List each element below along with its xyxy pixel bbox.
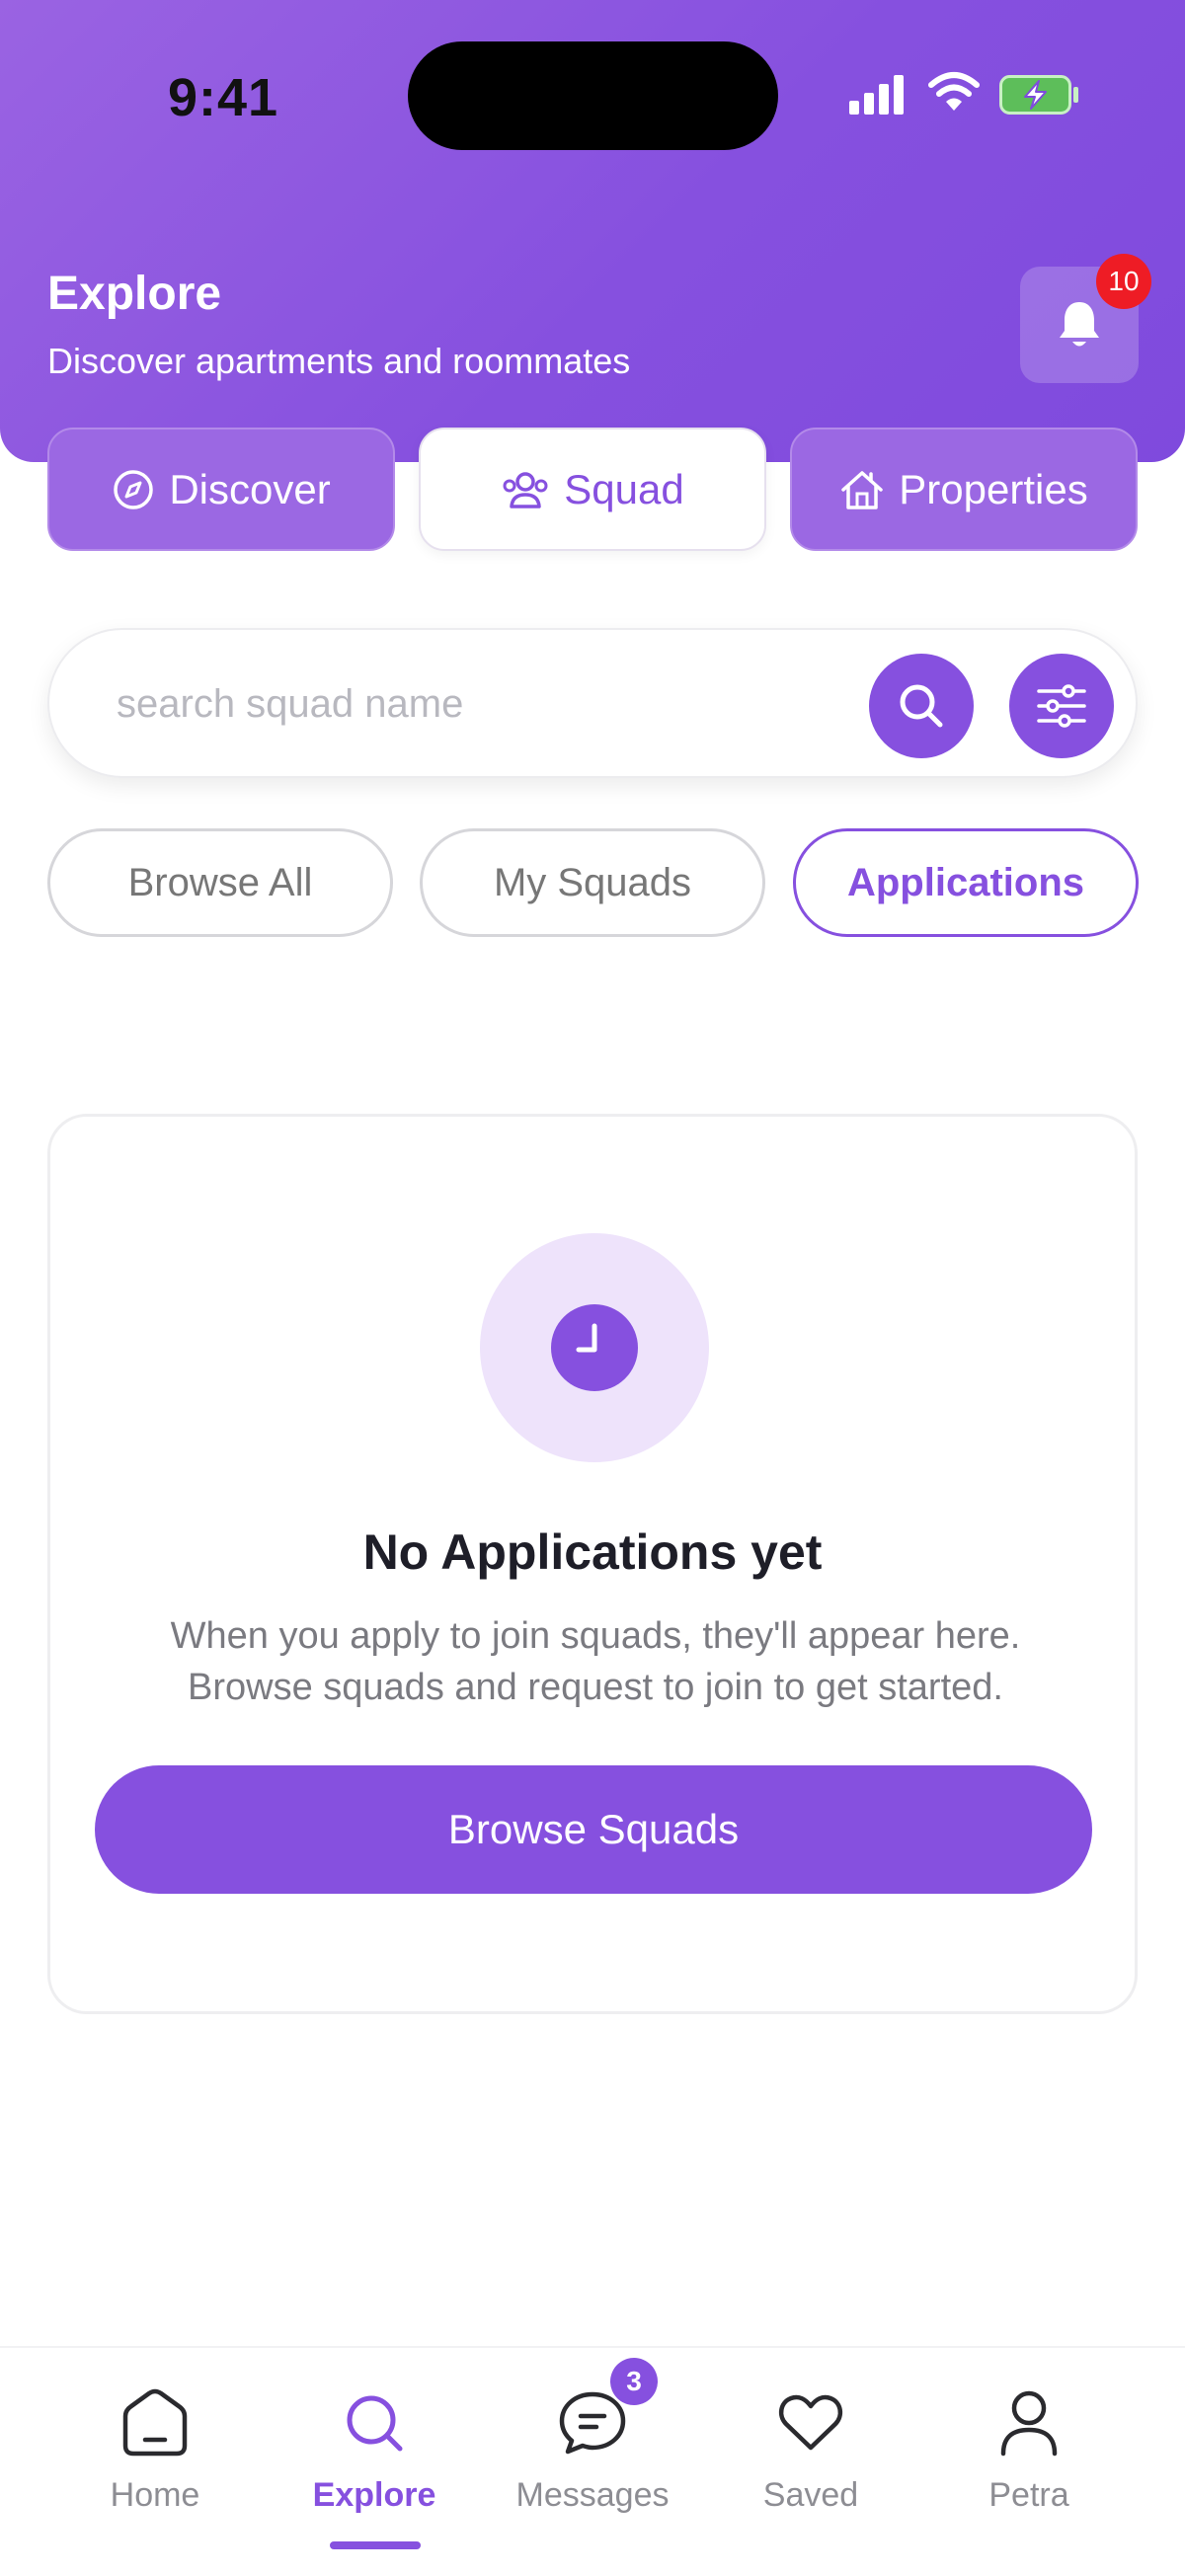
house-icon bbox=[841, 470, 884, 509]
nav-profile[interactable]: Petra bbox=[930, 2383, 1128, 2532]
sliders-icon bbox=[1037, 684, 1086, 728]
chat-icon bbox=[559, 2391, 626, 2455]
segment-label: Discover bbox=[169, 465, 331, 512]
compass-icon bbox=[114, 469, 154, 509]
nav-messages[interactable]: Messages bbox=[494, 2383, 691, 2532]
empty-state-description: When you apply to join squads, they'll a… bbox=[170, 1615, 1021, 1708]
filter-my-squads[interactable]: My Squads bbox=[420, 828, 765, 937]
search-button[interactable] bbox=[869, 654, 974, 758]
search-input[interactable] bbox=[117, 669, 847, 739]
users-icon bbox=[503, 471, 548, 508]
search-icon bbox=[347, 2395, 403, 2452]
segment-label: Squad bbox=[564, 465, 684, 512]
wifi-icon bbox=[928, 72, 980, 111]
heart-icon bbox=[778, 2394, 843, 2451]
notification-badge: 10 bbox=[1096, 254, 1151, 309]
filter-browse-all[interactable]: Browse All bbox=[47, 828, 393, 937]
nav-saved[interactable]: Saved bbox=[712, 2383, 909, 2532]
battery-charging-icon bbox=[999, 75, 1078, 115]
segment-label: Properties bbox=[899, 465, 1088, 512]
nav-label: Petra bbox=[988, 2476, 1069, 2514]
segment-properties[interactable]: Properties bbox=[790, 428, 1138, 551]
clock-icon bbox=[551, 1304, 638, 1391]
nav-label: Messages bbox=[515, 2476, 670, 2514]
search-icon bbox=[900, 684, 943, 728]
header: 9:41 Explore Discover apartments and roo… bbox=[0, 0, 1185, 462]
nav-home[interactable]: Home bbox=[56, 2383, 254, 2532]
nav-label: Home bbox=[110, 2476, 200, 2514]
filter-applications[interactable]: Applications bbox=[793, 828, 1139, 937]
filter-button[interactable] bbox=[1009, 654, 1114, 758]
segment-discover[interactable]: Discover bbox=[47, 428, 395, 551]
bottom-nav: Home Explore Messages Saved Petra bbox=[0, 2346, 1185, 2576]
page-title: Explore bbox=[47, 268, 222, 320]
bell-icon bbox=[1060, 302, 1099, 347]
segment-squad[interactable]: Squad bbox=[419, 428, 766, 551]
nav-label: Saved bbox=[762, 2476, 859, 2514]
user-icon bbox=[1000, 2390, 1058, 2457]
empty-state-title: No Applications yet bbox=[362, 1524, 823, 1580]
browse-squads-button[interactable]: Browse Squads bbox=[95, 1765, 1092, 1894]
page-subtitle: Discover apartments and roommates bbox=[47, 341, 631, 381]
dynamic-island bbox=[408, 41, 778, 150]
nav-explore[interactable]: Explore bbox=[276, 2383, 473, 2532]
signal-icon bbox=[849, 75, 904, 115]
messages-badge: 3 bbox=[610, 2358, 658, 2405]
empty-state-card: No Applications yet When you apply to jo… bbox=[47, 1114, 1138, 2014]
search-bar bbox=[47, 628, 1138, 778]
nav-active-indicator bbox=[330, 2541, 421, 2549]
status-time: 9:41 bbox=[168, 68, 279, 127]
empty-state-icon-wrap bbox=[480, 1233, 709, 1462]
nav-label: Explore bbox=[312, 2476, 436, 2514]
home-icon bbox=[122, 2388, 188, 2457]
